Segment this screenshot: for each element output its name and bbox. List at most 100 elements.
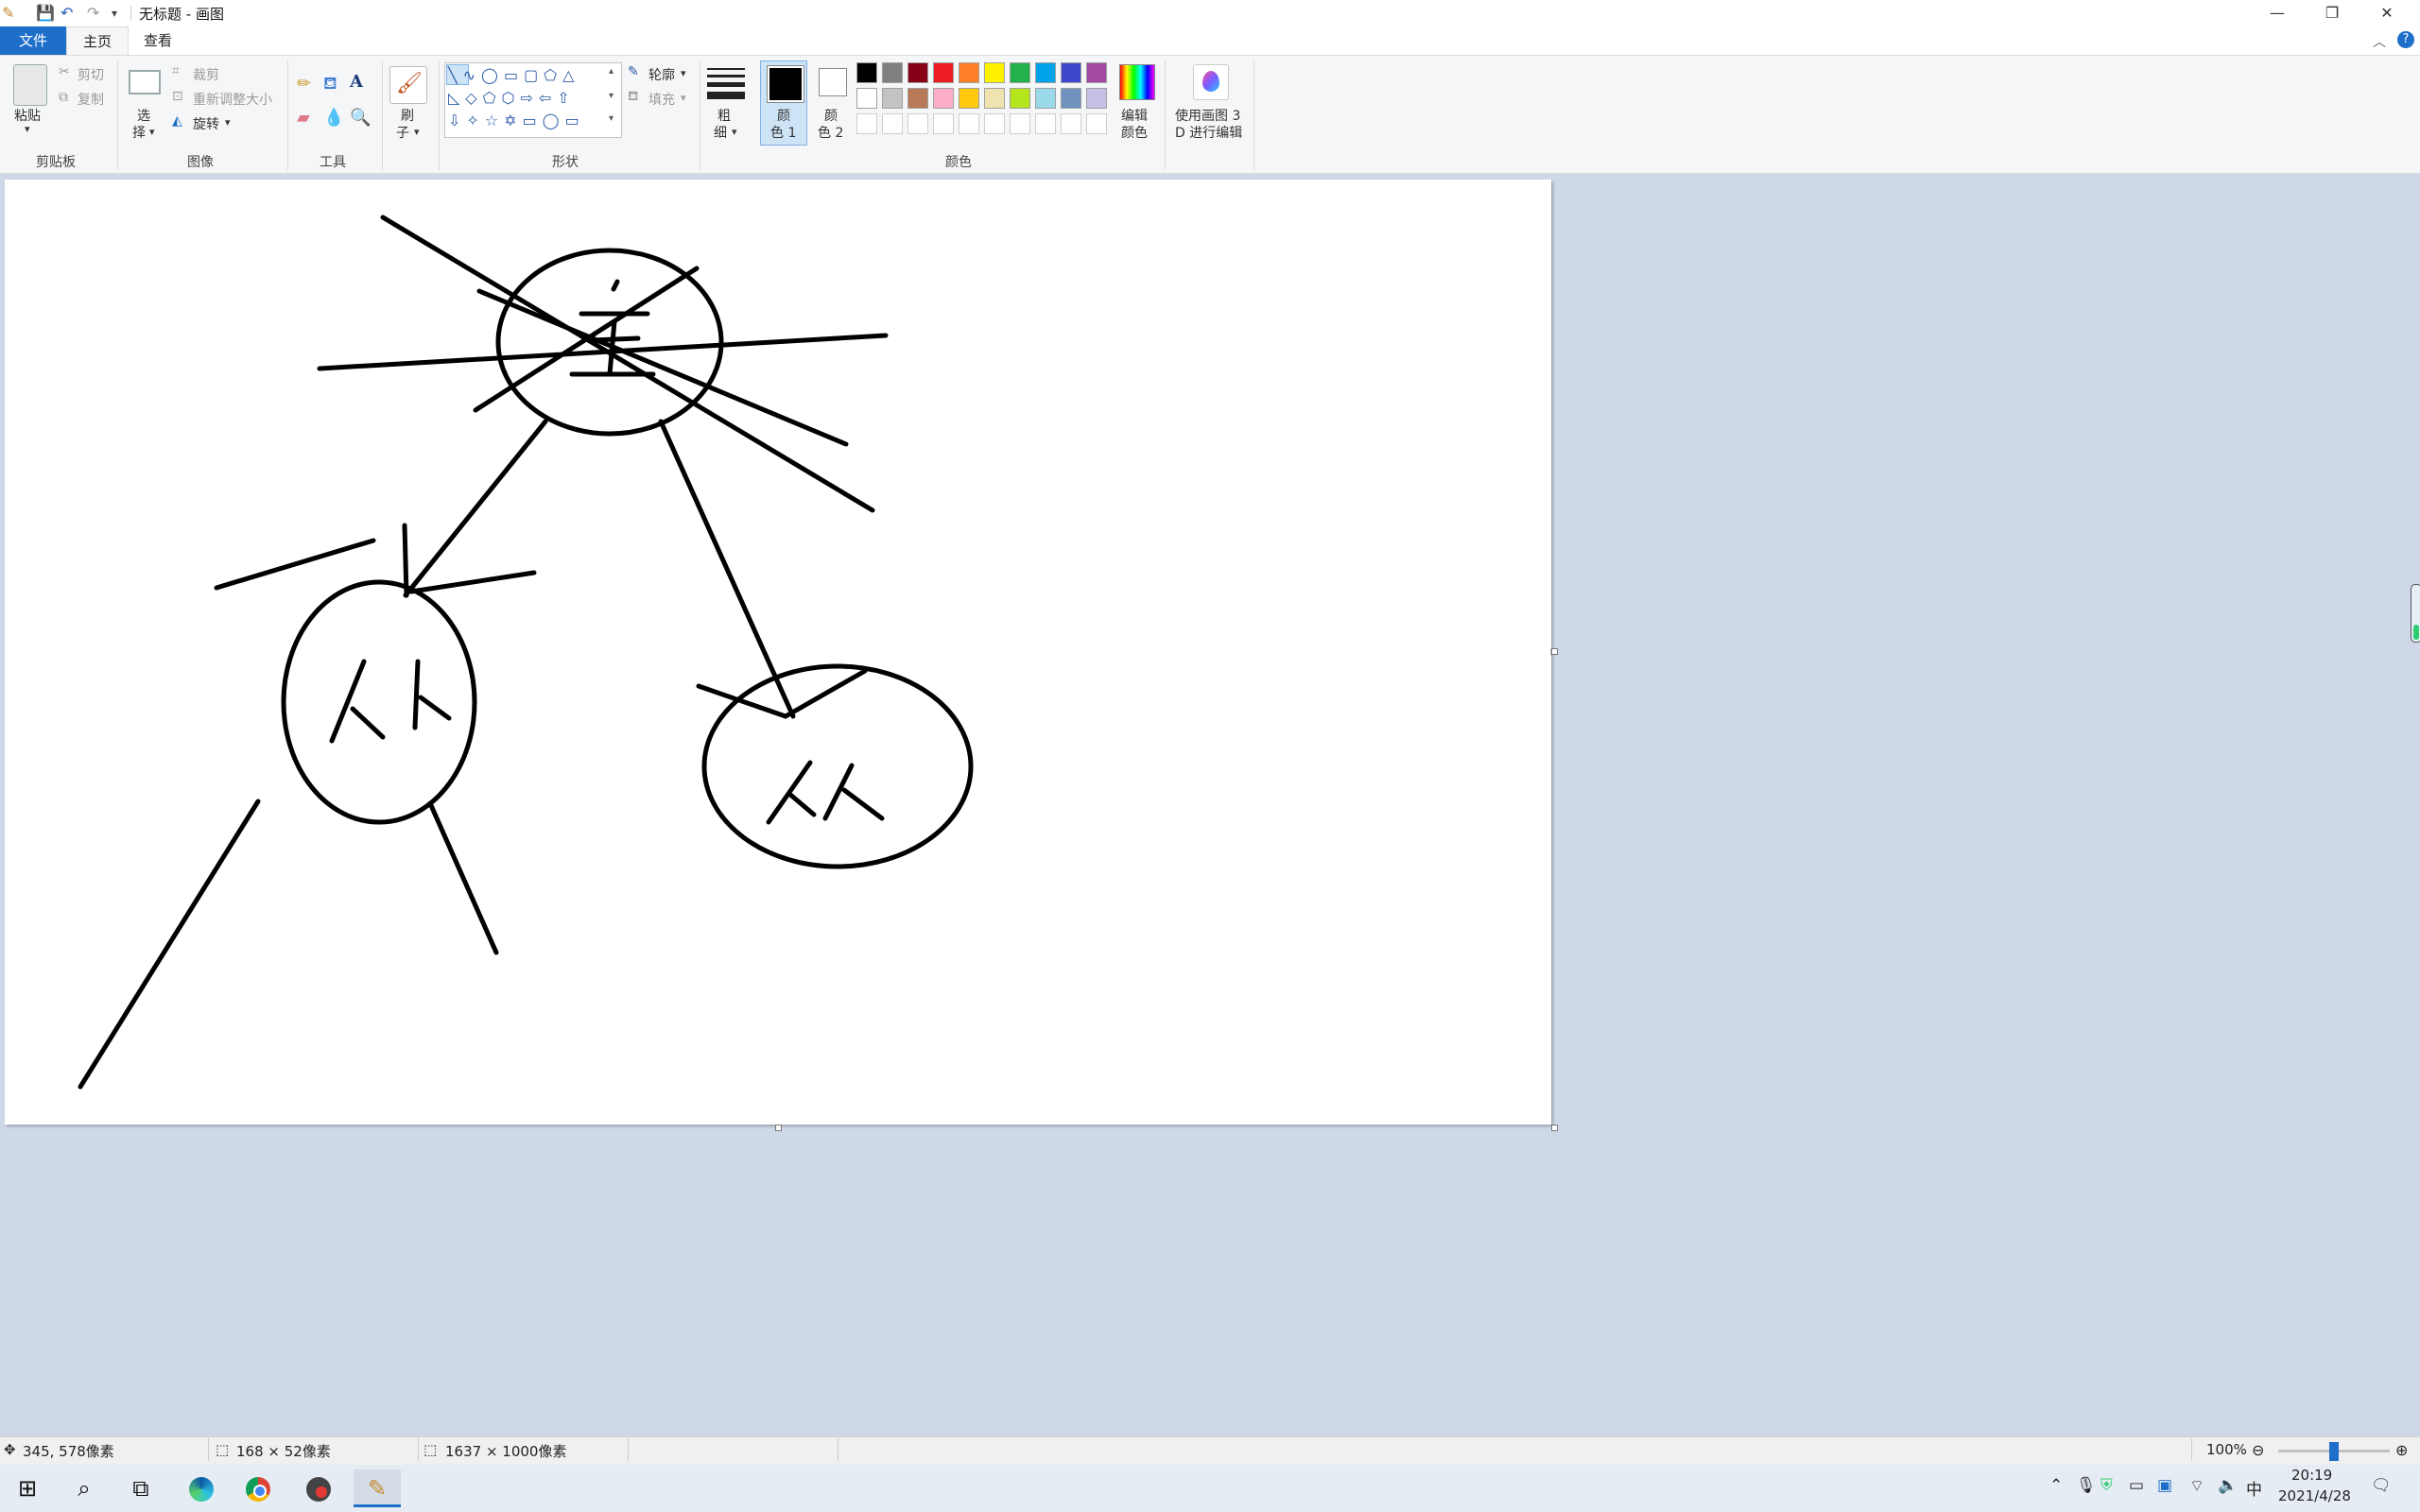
palette-color-swatch[interactable] [882, 62, 903, 83]
brush-button[interactable]: 刷 [401, 106, 414, 125]
resize-button[interactable]: 重新调整大小 [193, 90, 272, 109]
paste-icon[interactable] [13, 64, 47, 106]
palette-color-swatch[interactable] [933, 88, 954, 109]
paint-taskbar-icon[interactable]: ✎ [354, 1469, 401, 1507]
edit-colors-button[interactable]: 编辑 [1121, 106, 1148, 125]
palette-color-swatch[interactable] [933, 113, 954, 134]
palette-color-swatch[interactable] [1010, 62, 1030, 83]
palette-color-swatch[interactable] [1035, 88, 1056, 109]
palette-color-swatch[interactable] [984, 88, 1005, 109]
select-icon[interactable] [129, 70, 161, 94]
resize-handle-right[interactable] [1551, 648, 1558, 655]
palette-color-swatch[interactable] [959, 113, 979, 134]
task-view-icon[interactable]: ⧉ [117, 1469, 164, 1507]
shapes-scroll-up-icon[interactable]: ▴ [609, 66, 614, 77]
palette-color-swatch[interactable] [1086, 113, 1107, 134]
palette-color-swatch[interactable] [908, 62, 928, 83]
clock-date[interactable]: 2021/4/28 [2278, 1487, 2351, 1504]
notification-icon[interactable]: 🗨 [2371, 1476, 2392, 1495]
palette-color-swatch[interactable] [1061, 62, 1081, 83]
text-tool-icon[interactable]: A [350, 72, 363, 92]
fill-button[interactable]: 填充 [648, 90, 675, 109]
palette-color-swatch[interactable] [1086, 62, 1107, 83]
palette-color-swatch[interactable] [1061, 113, 1081, 134]
fill-dropdown-icon[interactable]: ▾ [681, 92, 686, 104]
wifi-icon[interactable]: ⌔ [2189, 1476, 2204, 1496]
select-dropdown-icon[interactable]: ▾ [149, 126, 155, 138]
brush-button-line2[interactable]: 子 [396, 123, 409, 142]
minimize-button[interactable]: — [2250, 0, 2305, 26]
palette-color-swatch[interactable] [856, 113, 877, 134]
select-button[interactable]: 选 [137, 106, 150, 125]
clock-time[interactable]: 20:19 [2291, 1467, 2332, 1484]
app-tray-icon[interactable]: ▣ [2157, 1476, 2172, 1495]
collapse-ribbon-icon[interactable]: ︿ [2373, 32, 2386, 51]
battery-icon[interactable]: ▭ [2129, 1476, 2144, 1495]
palette-color-swatch[interactable] [908, 113, 928, 134]
color2-label-line2[interactable]: 色 2 [818, 123, 843, 142]
palette-color-swatch[interactable] [959, 88, 979, 109]
zoom-in-icon[interactable]: ⊕ [2395, 1441, 2408, 1459]
palette-color-swatch[interactable] [1010, 88, 1030, 109]
chrome-icon[interactable] [234, 1469, 282, 1507]
palette-color-swatch[interactable] [856, 88, 877, 109]
eraser-icon[interactable]: ▰ [297, 108, 310, 128]
shapes-grid[interactable]: ╲∿◯▭▢⬠△ ◺◇⬠⬡⇨⇦⇧ ⇩✧☆✡▭◯▭ [448, 64, 609, 132]
undo-icon[interactable]: ↶ [60, 4, 73, 22]
magnifier-icon[interactable]: 🔍 [350, 108, 371, 128]
edit-colors-icon[interactable] [1119, 64, 1155, 100]
tab-view[interactable]: 查看 [129, 26, 187, 55]
side-widget[interactable] [2411, 584, 2420, 643]
shapes-expand-icon[interactable]: ▾ [609, 113, 614, 124]
pencil-icon[interactable]: ✏ [297, 74, 311, 94]
color-picker-icon[interactable]: 💧 [323, 108, 344, 128]
tab-home[interactable]: 主页 [66, 26, 129, 56]
restore-button[interactable]: ❐ [2305, 0, 2360, 26]
palette-color-swatch[interactable] [908, 88, 928, 109]
help-icon[interactable]: ? [2397, 31, 2414, 48]
volume-icon[interactable]: 🔈 [2218, 1476, 2238, 1495]
select-button-line2[interactable]: 择 [132, 123, 146, 142]
palette-color-swatch[interactable] [984, 113, 1005, 134]
crop-button[interactable]: 裁剪 [193, 65, 219, 84]
edge-icon[interactable] [178, 1469, 225, 1507]
resize-handle-corner[interactable] [1551, 1125, 1558, 1131]
tab-file[interactable]: 文件 [0, 26, 66, 55]
outline-dropdown-icon[interactable]: ▾ [681, 67, 686, 79]
ime-indicator[interactable]: 中 [2246, 1476, 2262, 1500]
palette-color-swatch[interactable] [1035, 113, 1056, 134]
outline-button[interactable]: 轮廓 [648, 65, 675, 84]
fill-bucket-icon[interactable]: ⛾ [323, 74, 337, 96]
customize-quick-access-icon[interactable]: ▾ [112, 7, 117, 20]
search-icon[interactable]: ⌕ [60, 1469, 108, 1507]
zoom-slider-thumb[interactable] [2329, 1442, 2339, 1461]
size-button-line2[interactable]: 细 [714, 123, 727, 142]
color2-label[interactable]: 颜 [824, 106, 838, 125]
redo-icon[interactable]: ↷ [87, 4, 99, 22]
size-icon[interactable] [707, 66, 745, 100]
size-dropdown-icon[interactable]: ▾ [732, 126, 737, 138]
security-icon[interactable]: ⛨ [2100, 1476, 2113, 1495]
microphone-icon[interactable]: 🎙 [2076, 1476, 2097, 1495]
palette-color-swatch[interactable] [984, 62, 1005, 83]
palette-color-swatch[interactable] [856, 62, 877, 83]
rotate-button[interactable]: 旋转 [193, 114, 219, 133]
palette-color-swatch[interactable] [933, 62, 954, 83]
paste-button[interactable]: 粘贴 [14, 106, 41, 125]
rotate-dropdown-icon[interactable]: ▾ [225, 116, 231, 129]
copy-button[interactable]: 复制 [78, 90, 104, 109]
color2-swatch[interactable] [819, 68, 847, 96]
palette-color-swatch[interactable] [882, 88, 903, 109]
palette-color-swatch[interactable] [1086, 88, 1107, 109]
edit-colors-button-line2[interactable]: 颜色 [1121, 123, 1148, 142]
palette-color-swatch[interactable] [882, 113, 903, 134]
palette-color-swatch[interactable] [959, 62, 979, 83]
cut-button[interactable]: 剪切 [78, 65, 104, 84]
zoom-out-icon[interactable]: ⊖ [2252, 1441, 2264, 1459]
brush-dropdown-icon[interactable]: ▾ [414, 126, 420, 138]
paste-dropdown-icon[interactable]: ▾ [25, 123, 30, 135]
recorder-app-icon[interactable] [295, 1469, 342, 1507]
paint3d-button[interactable]: 使用画图 3 [1175, 106, 1240, 125]
drawing-canvas[interactable] [5, 180, 1551, 1125]
tray-chevron-icon[interactable]: ⌃ [2049, 1476, 2063, 1495]
